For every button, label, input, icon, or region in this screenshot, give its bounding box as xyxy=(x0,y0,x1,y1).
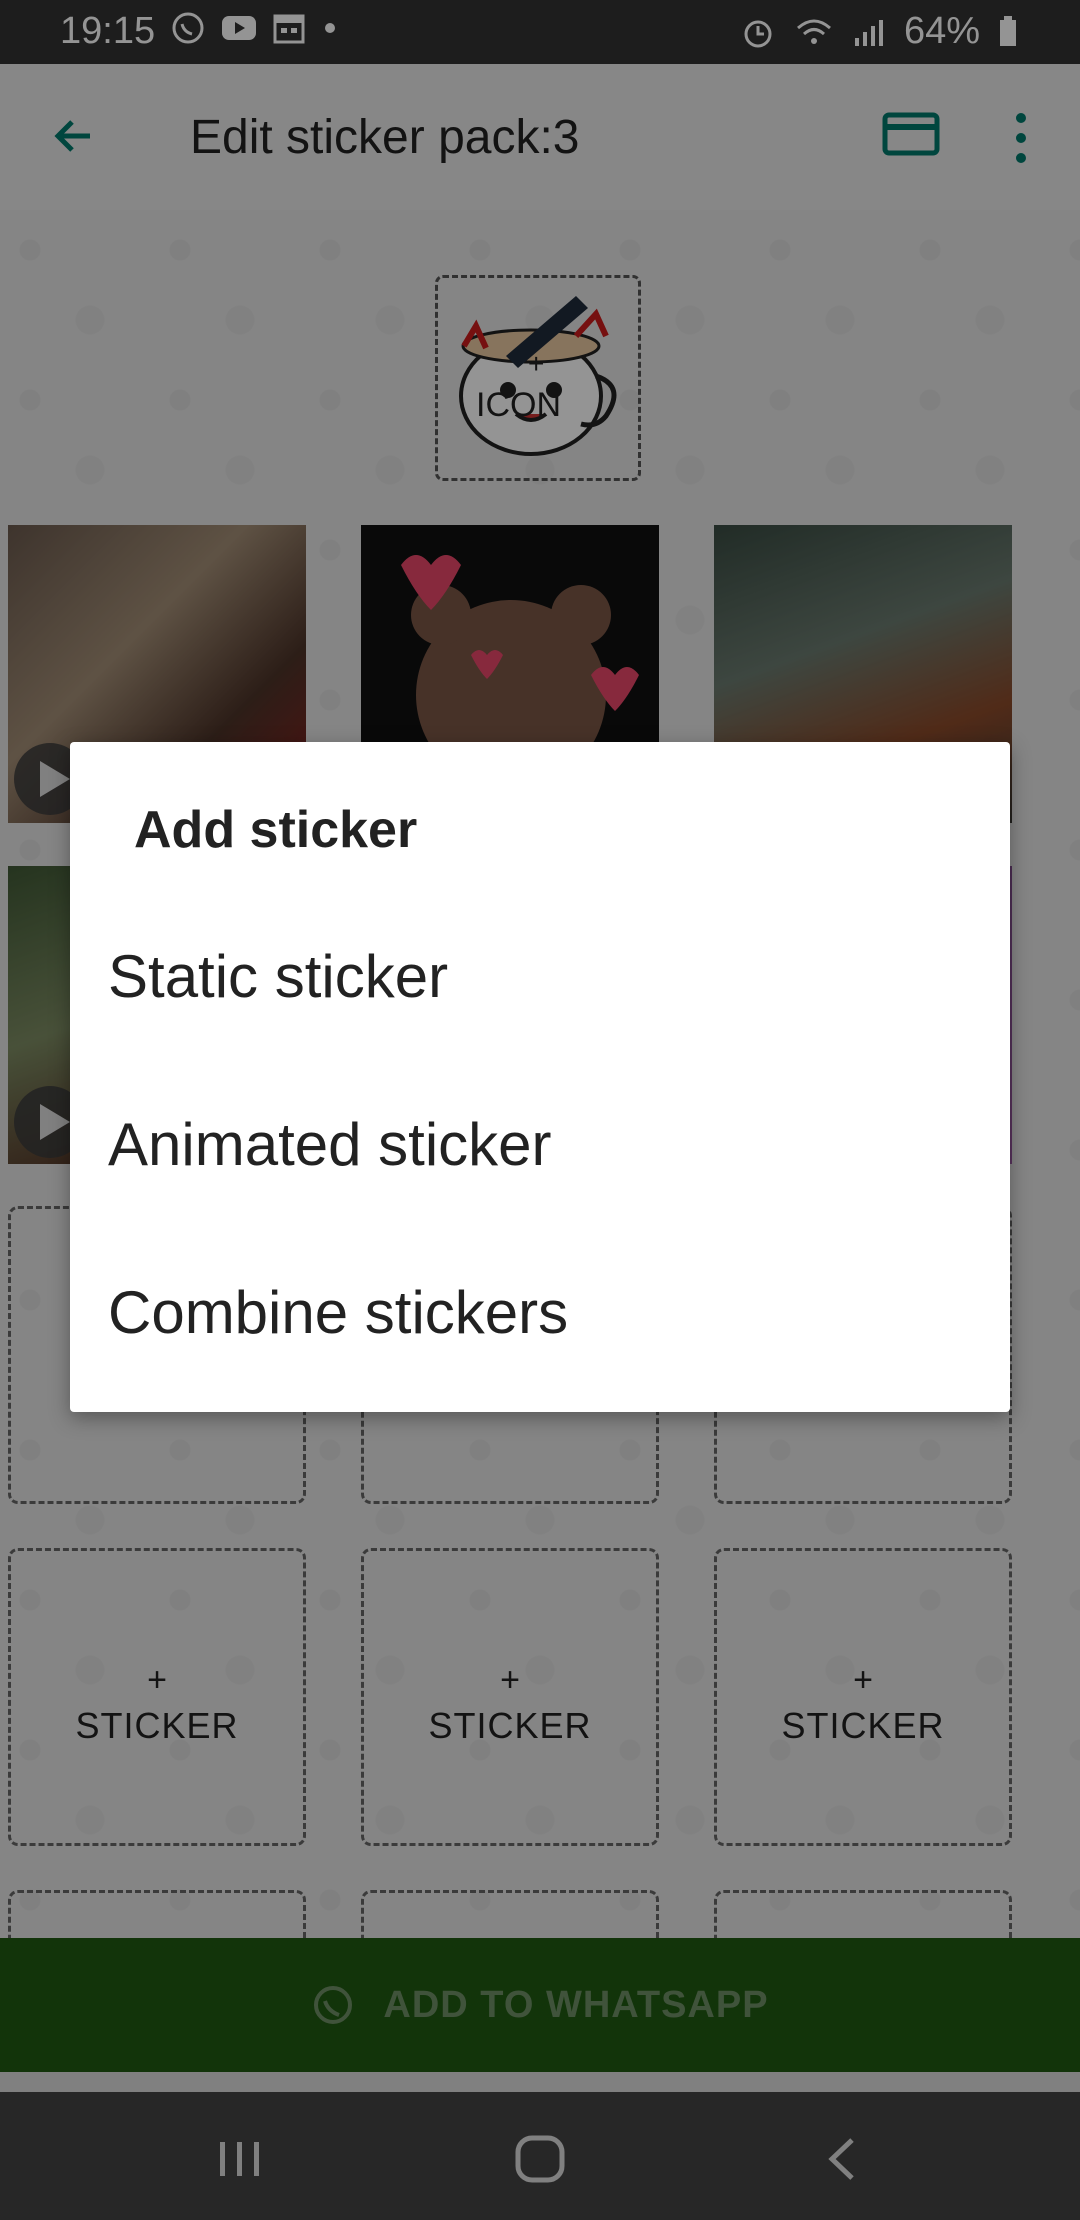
dialog-title: Add sticker xyxy=(134,801,418,859)
static-sticker-option[interactable]: Static sticker xyxy=(108,942,448,1011)
add-sticker-dialog: Add sticker Static sticker Animated stic… xyxy=(70,742,1010,1412)
animated-sticker-option[interactable]: Animated sticker xyxy=(108,1110,552,1179)
combine-stickers-option[interactable]: Combine stickers xyxy=(108,1278,568,1347)
